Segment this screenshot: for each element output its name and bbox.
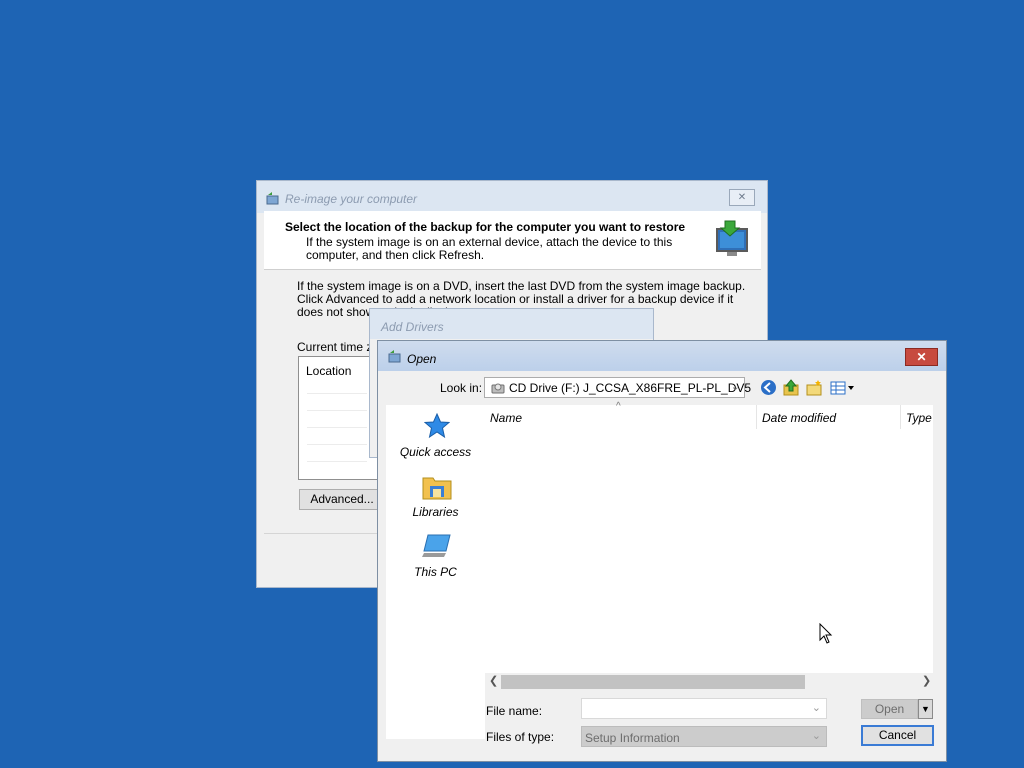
place-label: This PC	[414, 565, 457, 579]
file-name-label: File name:	[486, 704, 543, 718]
list-divider	[307, 461, 367, 462]
look-in-value: CD Drive (F:) J_CCSA_X86FRE_PL-PL_DV5	[509, 381, 752, 395]
look-in-label: Look in:	[440, 381, 483, 395]
view-menu-icon[interactable]	[830, 379, 856, 399]
reimage-title: Re-image your computer	[285, 192, 418, 206]
place-this-pc[interactable]: This PC	[386, 533, 485, 583]
list-divider	[307, 410, 367, 411]
scroll-right-icon[interactable]: ❯	[922, 674, 931, 687]
scrollbar-thumb[interactable]	[501, 675, 805, 689]
time-zone-label: Current time zo	[297, 340, 380, 354]
open-dialog-icon	[387, 349, 403, 368]
column-name[interactable]: Name	[485, 405, 755, 429]
list-divider	[307, 444, 367, 445]
location-column-header[interactable]: Location	[306, 364, 351, 378]
open-dialog: Open ✕ Look in: CD Drive (F:) J_CCSA_X86…	[377, 340, 947, 762]
places-bar: Quick access Libraries This PC	[386, 405, 485, 739]
files-of-type-dropdown[interactable]: Setup Information ⌄	[581, 726, 827, 747]
add-drivers-title: Add Drivers	[381, 320, 444, 334]
place-libraries[interactable]: Libraries	[386, 473, 485, 523]
place-quick-access[interactable]: Quick access	[386, 412, 485, 463]
files-of-type-label: Files of type:	[486, 730, 555, 744]
scroll-left-icon[interactable]: ❮	[489, 674, 498, 687]
reimage-header-title: Select the location of the backup for th…	[285, 220, 686, 234]
cancel-button[interactable]: Cancel	[861, 725, 934, 746]
back-icon[interactable]	[760, 379, 777, 399]
look-in-dropdown[interactable]: CD Drive (F:) J_CCSA_X86FRE_PL-PL_DV5 ⌄	[484, 377, 751, 398]
chevron-down-icon[interactable]: ⌄	[812, 729, 821, 742]
cd-drive-icon	[491, 381, 505, 398]
chevron-down-icon[interactable]: ⌄	[731, 380, 740, 393]
reimage-close-button[interactable]: ✕	[729, 189, 755, 206]
file-list[interactable]: ^ Name Date modified Type	[485, 401, 933, 673]
star-icon	[423, 412, 451, 442]
place-label: Libraries	[412, 505, 459, 519]
column-date-modified[interactable]: Date modified	[757, 405, 900, 429]
list-divider	[307, 427, 367, 428]
add-drivers-titlebar[interactable]: Add Drivers	[370, 309, 653, 339]
advanced-button[interactable]: Advanced...	[299, 489, 385, 510]
open-dropdown-arrow[interactable]: ▼	[918, 699, 933, 719]
open-titlebar[interactable]: Open ✕	[378, 341, 946, 371]
computer-icon	[422, 533, 452, 564]
new-folder-icon[interactable]	[806, 379, 823, 399]
libraries-icon	[422, 473, 452, 504]
horizontal-scrollbar[interactable]: ❮ ❯	[485, 673, 933, 690]
files-of-type-value: Setup Information	[585, 731, 680, 745]
restore-icon	[265, 191, 281, 210]
mouse-cursor-icon	[819, 622, 833, 648]
place-label: Quick access	[399, 445, 472, 459]
reimage-header-subtitle: If the system image is on an external de…	[306, 235, 673, 262]
open-title: Open	[407, 352, 437, 366]
list-divider	[307, 393, 367, 394]
computer-restore-icon	[711, 217, 753, 262]
up-folder-icon[interactable]	[783, 379, 800, 399]
column-name-label: Name	[490, 411, 523, 425]
reimage-titlebar[interactable]: Re-image your computer ✕	[257, 181, 767, 213]
column-date-label: Date modified	[762, 411, 837, 425]
open-button[interactable]: Open	[861, 699, 918, 719]
open-close-button[interactable]: ✕	[905, 348, 938, 366]
column-type[interactable]: Type	[901, 405, 933, 429]
reimage-header: Select the location of the backup for th…	[264, 211, 761, 270]
chevron-down-icon[interactable]: ⌄	[812, 701, 821, 714]
file-name-input[interactable]: ⌄	[581, 698, 827, 719]
column-type-label: Type	[906, 411, 932, 425]
